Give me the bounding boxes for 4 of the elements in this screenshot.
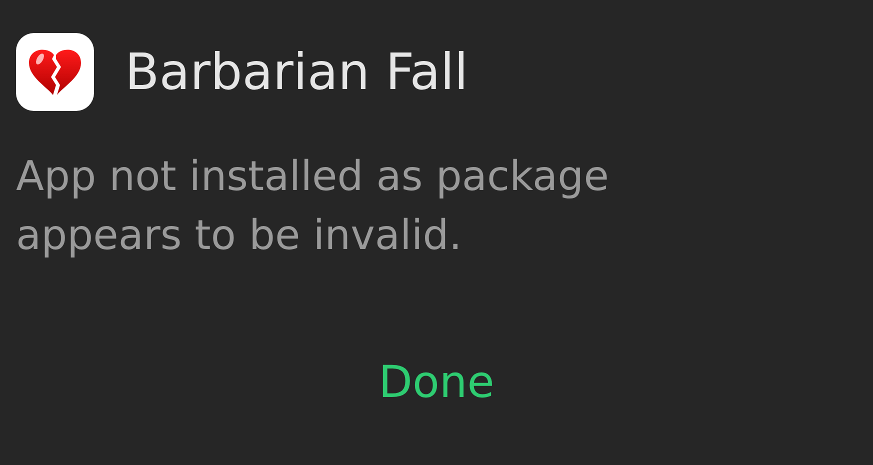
error-message: App not installed as package appears to be invalid.: [16, 151, 610, 261]
app-title: Barbarian Fall: [125, 47, 468, 97]
broken-heart-icon: [27, 47, 83, 97]
done-button[interactable]: Done: [366, 353, 506, 412]
